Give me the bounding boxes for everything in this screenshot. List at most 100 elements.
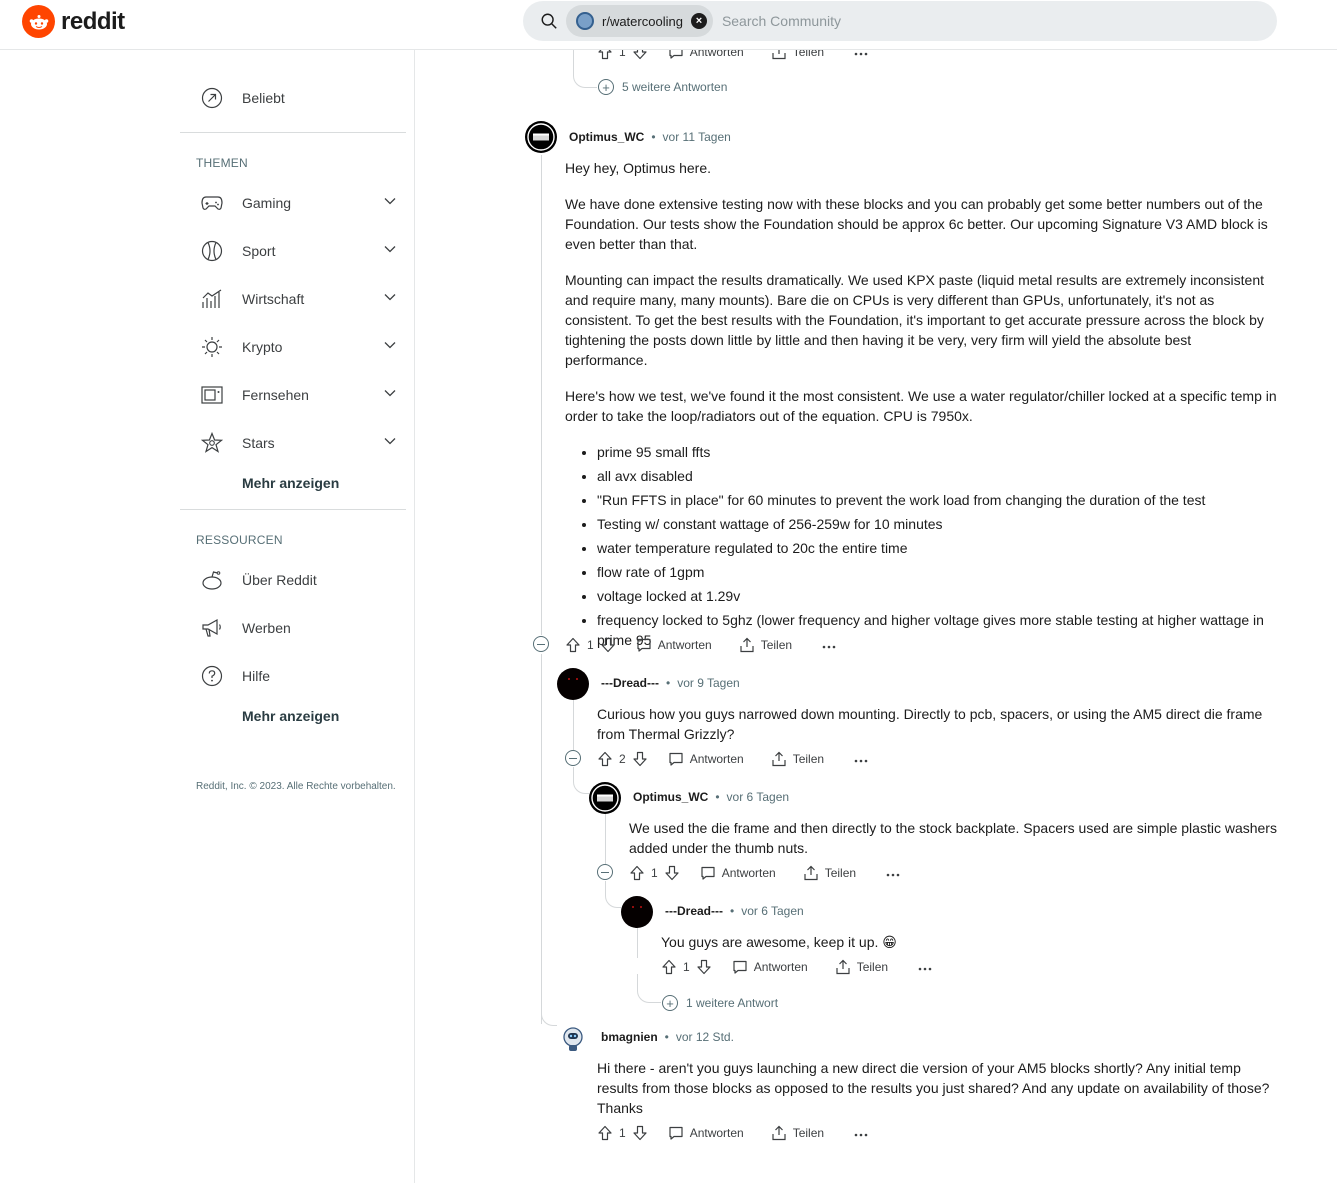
author-link[interactable]: Optimus_WC xyxy=(633,790,708,804)
downvote-icon[interactable] xyxy=(632,1125,648,1141)
comment-paragraph: Here's how we test, we've found it the m… xyxy=(565,388,1277,424)
thread-line xyxy=(541,1000,557,1026)
avatar[interactable] xyxy=(589,782,621,814)
plus-icon: + xyxy=(598,79,614,95)
timestamp: vor 11 Tagen xyxy=(662,130,731,144)
upvote-icon[interactable] xyxy=(661,959,677,975)
close-icon[interactable]: × xyxy=(690,13,707,29)
list-item: water temperature regulated to 20c the e… xyxy=(597,538,1277,558)
upvote-icon[interactable] xyxy=(597,751,613,767)
share-button[interactable]: Teilen xyxy=(771,1125,824,1141)
author-link[interactable]: ---Dread--- xyxy=(601,676,659,690)
avatar[interactable] xyxy=(525,121,557,153)
author-link[interactable]: bmagnien xyxy=(601,1030,658,1044)
comment-paragraph: We have done extensive testing now with … xyxy=(565,196,1268,252)
list-item: Testing w/ constant wattage of 256-259w … xyxy=(597,514,1277,534)
reply-label: Antworten xyxy=(753,960,808,974)
author-link[interactable]: Optimus_WC xyxy=(569,130,644,144)
thread-line xyxy=(573,767,589,794)
comment-icon xyxy=(669,752,683,766)
collapse-thread-button[interactable] xyxy=(597,864,613,880)
avatar[interactable] xyxy=(557,668,589,700)
avatar[interactable] xyxy=(557,1022,589,1054)
comment-actions: 2 Antworten Teilen xyxy=(597,747,868,771)
share-button[interactable]: Teilen xyxy=(835,959,888,975)
more-options-icon[interactable] xyxy=(854,752,868,766)
vote-group: 1 xyxy=(597,1125,648,1141)
share-icon xyxy=(836,959,850,975)
vote-count: 1 xyxy=(683,960,690,974)
separator-dot: • xyxy=(666,676,671,690)
downvote-icon[interactable] xyxy=(632,751,648,767)
thread-line xyxy=(605,814,606,864)
comment-icon xyxy=(701,866,715,880)
comment-paragraph: Mounting can impact the results dramatic… xyxy=(565,272,1265,368)
timestamp: vor 6 Tagen xyxy=(726,790,790,804)
search-icon xyxy=(541,13,557,29)
thread-line xyxy=(637,928,638,958)
more-options-icon[interactable] xyxy=(918,960,932,974)
separator-dot: • xyxy=(715,790,720,804)
vote-group: 1 xyxy=(565,637,616,653)
upvote-icon[interactable] xyxy=(597,1125,613,1141)
collapse-thread-button[interactable] xyxy=(565,750,581,766)
share-label: Teilen xyxy=(760,638,793,652)
thread-line xyxy=(637,974,661,1003)
list-item: all avx disabled xyxy=(597,466,1277,486)
search-input[interactable] xyxy=(721,13,1172,29)
share-button[interactable]: Teilen xyxy=(771,751,824,767)
logo-wordmark: reddit xyxy=(61,7,125,35)
list-item: prime 95 small ffts xyxy=(597,442,1277,462)
reply-button[interactable]: Antworten xyxy=(732,959,808,975)
comment-meta: bmagnien • vor 12 Std. xyxy=(601,1030,734,1044)
comment-body: You guys are awesome, keep it up. 😁 xyxy=(661,934,897,950)
comment-actions: 1 Antworten Teilen xyxy=(565,633,836,657)
more-replies-button[interactable]: + 5 weitere Antworten xyxy=(598,79,727,95)
vote-count: 1 xyxy=(619,1126,626,1140)
more-replies-button[interactable]: + 1 weitere Antwort xyxy=(662,995,778,1011)
comment-actions: 1 Antworten Teilen xyxy=(597,1121,868,1145)
author-link[interactable]: ---Dread--- xyxy=(665,904,723,918)
vote-group: 1 xyxy=(661,959,712,975)
reply-button[interactable]: Antworten xyxy=(636,637,712,653)
plus-icon: + xyxy=(662,995,678,1011)
downvote-icon[interactable] xyxy=(664,865,680,881)
thread-line xyxy=(573,50,597,88)
reply-button[interactable]: Antworten xyxy=(668,751,744,767)
more-options-icon[interactable] xyxy=(886,866,900,880)
share-button[interactable]: Teilen xyxy=(803,865,856,881)
community-chip[interactable]: r/watercooling × xyxy=(566,5,713,37)
downvote-icon[interactable] xyxy=(696,959,712,975)
upvote-icon[interactable] xyxy=(565,637,581,653)
list-item: "Run FFTS in place" for 60 minutes to pr… xyxy=(597,490,1277,510)
share-icon xyxy=(772,751,786,767)
share-icon xyxy=(804,865,818,881)
downvote-icon[interactable] xyxy=(600,637,616,653)
reply-label: Antworten xyxy=(689,1126,744,1140)
more-options-icon[interactable] xyxy=(854,1126,868,1140)
comment-body: Hey hey, Optimus here. We have done exte… xyxy=(565,158,1277,654)
collapse-thread-button[interactable] xyxy=(533,636,549,652)
reddit-logo[interactable]: reddit xyxy=(22,5,125,38)
comment-meta: Optimus_WC • vor 6 Tagen xyxy=(633,790,789,804)
comment-meta: ---Dread--- • vor 9 Tagen xyxy=(601,676,740,690)
community-chip-label: r/watercooling xyxy=(602,13,683,29)
search-bar[interactable]: r/watercooling × xyxy=(523,1,1277,41)
upvote-icon[interactable] xyxy=(629,865,645,881)
share-label: Teilen xyxy=(856,960,889,974)
more-replies-label: 5 weitere Antworten xyxy=(622,80,728,94)
top-header: reddit r/watercooling × xyxy=(0,0,1337,50)
timestamp: vor 9 Tagen xyxy=(677,676,740,690)
reply-button[interactable]: Antworten xyxy=(700,865,776,881)
avatar[interactable] xyxy=(621,896,653,928)
more-options-icon[interactable] xyxy=(822,638,836,652)
thread-line xyxy=(605,881,621,908)
share-button[interactable]: Teilen xyxy=(739,637,792,653)
reply-label: Antworten xyxy=(721,866,776,880)
thread-line xyxy=(573,700,574,750)
community-avatar xyxy=(576,12,594,30)
reply-button[interactable]: Antworten xyxy=(668,1125,744,1141)
comment-icon xyxy=(733,960,747,974)
reddit-alien-icon xyxy=(22,5,55,38)
comment-actions: 1 Antworten Teilen xyxy=(661,955,932,979)
